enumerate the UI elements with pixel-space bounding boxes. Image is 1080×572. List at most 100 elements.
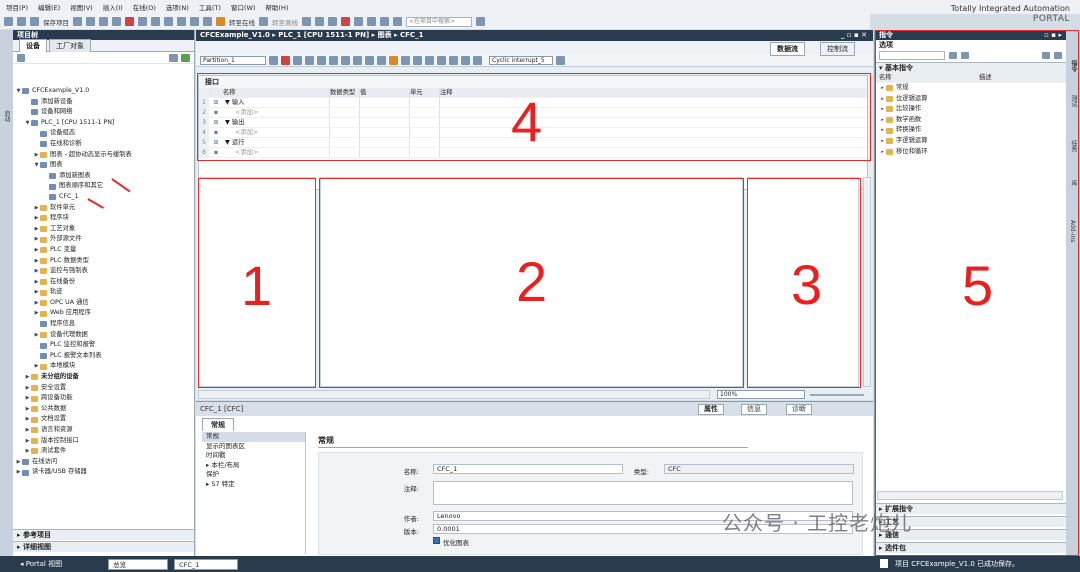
menu-item-2[interactable]: 视图(V)	[70, 2, 93, 12]
expand-arrow-icon[interactable]: ▶	[33, 361, 40, 372]
accessible-devices-icon[interactable]	[302, 17, 311, 26]
window-icon[interactable]	[380, 17, 389, 26]
paste-icon[interactable]	[112, 17, 121, 26]
expand-arrow-icon[interactable]: ▸	[879, 125, 886, 136]
expand-arrow-icon[interactable]: ▶	[33, 266, 40, 277]
tree-item[interactable]: ▶ 公共数据	[13, 404, 194, 415]
expand-arrow-icon[interactable]: ▸	[879, 147, 886, 158]
instruction-folder[interactable]: ▸ 常规	[875, 83, 1066, 94]
inspector-nav-item[interactable]: 显示的图表区	[202, 442, 305, 452]
tree-item[interactable]: PLC 监控和报警	[13, 340, 194, 351]
row-unit[interactable]	[410, 128, 440, 137]
instruction-folder[interactable]: ▸ 位逻辑运算	[875, 94, 1066, 105]
partition-add-icon[interactable]	[269, 55, 278, 65]
interconnect-icon[interactable]	[425, 55, 434, 65]
tree-item[interactable]: ▶ 版本控制接口	[13, 436, 194, 447]
redo-icon[interactable]	[151, 17, 160, 26]
tree-item[interactable]: ▶ 轨迹	[13, 287, 194, 298]
side-tab-testing[interactable]: 测试	[1069, 95, 1078, 107]
tree-item[interactable]: 程序信息	[13, 319, 194, 330]
inspector-nav-item[interactable]: ▸ S7 特定	[202, 480, 305, 490]
collapse-arrow-icon[interactable]: ▼	[33, 160, 40, 171]
row-name[interactable]: ▼ 输入	[223, 98, 330, 107]
overview-tab[interactable]: 总览	[108, 558, 169, 570]
expand-arrow-icon[interactable]: ▶	[24, 436, 31, 447]
tree-item[interactable]: ▶ 本地模块	[13, 361, 194, 372]
row-name[interactable]: ▼ 运行	[223, 138, 330, 147]
row-comment[interactable]	[440, 108, 867, 117]
expand-arrow-icon[interactable]: ▶	[33, 224, 40, 235]
expand-arrow-icon[interactable]: ▶	[33, 150, 40, 161]
side-tab-addins[interactable]: Add-ins	[1069, 220, 1076, 242]
menu-item-4[interactable]: 在线(O)	[133, 2, 156, 12]
tree-item[interactable]: ▶ 读卡器/USB 存储器	[13, 467, 194, 478]
expand-arrow-icon[interactable]: ▶	[33, 203, 40, 214]
tree-item[interactable]: CFC_1	[13, 192, 194, 203]
save-icon[interactable]	[30, 17, 39, 26]
overview-mode-icon[interactable]	[353, 55, 362, 65]
inspector-nav-item[interactable]: 时间戳	[202, 451, 305, 461]
compile-chart-icon[interactable]	[449, 55, 458, 65]
tree-item[interactable]: ▶ 监控与强制表	[13, 266, 194, 277]
row-datatype[interactable]	[330, 108, 360, 117]
open-editor-tab-cfc1[interactable]: CFC_1	[174, 558, 239, 570]
instruction-folder[interactable]: ▸ 数学函数	[875, 115, 1066, 126]
start-side-tab[interactable]: 启动	[2, 110, 11, 122]
collapse-arrow-icon[interactable]: ▼	[24, 118, 31, 129]
row-comment[interactable]	[440, 98, 867, 107]
tab-info[interactable]: 信息	[741, 404, 767, 415]
row-unit[interactable]	[410, 108, 440, 117]
new-project-icon[interactable]	[4, 17, 13, 26]
row-unit[interactable]	[410, 148, 440, 157]
tree-item[interactable]: ▼ 图表	[13, 160, 194, 171]
row-unit[interactable]	[410, 138, 440, 147]
simulation-icon[interactable]	[203, 17, 212, 26]
expand-arrow-icon[interactable]: ▶	[24, 383, 31, 394]
collapse-arrow-icon[interactable]: ▼	[15, 86, 22, 97]
menu-item-0[interactable]: 项目(P)	[6, 2, 28, 12]
tab-data-flow[interactable]: 数据流	[770, 42, 805, 56]
compile-icon[interactable]	[164, 17, 173, 26]
expand-arrow-icon[interactable]: ▶	[33, 277, 40, 288]
tree-view-icon[interactable]	[17, 54, 25, 62]
tab-properties[interactable]: 属性	[698, 404, 724, 415]
task-settings-icon[interactable]	[556, 55, 565, 65]
tree-item[interactable]: ▶ 设备代理数据	[13, 330, 194, 341]
row-name[interactable]: <添加>	[223, 128, 330, 137]
expand-arrow-icon[interactable]: ▸	[879, 136, 886, 147]
expand-arrow-icon[interactable]: ▶	[24, 414, 31, 425]
tree-item[interactable]: ▶ 安全设置	[13, 383, 194, 394]
detail-view-section[interactable]: ▸ 详细视图	[13, 541, 194, 552]
expand-arrow-icon[interactable]: ▶	[33, 213, 40, 224]
test-icon[interactable]	[437, 55, 446, 65]
row-name[interactable]: ▼ 输出	[223, 118, 330, 127]
name-field[interactable]: CFC_1	[433, 464, 623, 474]
side-tab-libraries[interactable]: 库	[1069, 180, 1078, 186]
stop-cpu-icon[interactable]	[328, 17, 337, 26]
tree-item[interactable]: ▶ Web 应用程序	[13, 308, 194, 319]
tab-devices[interactable]: 设备	[19, 39, 47, 52]
column-icon[interactable]	[329, 55, 338, 65]
tree-item[interactable]: ▼ CFCExample_V1.0	[13, 86, 194, 97]
menu-item-8[interactable]: 帮助(H)	[265, 2, 288, 12]
expand-arrow-icon[interactable]: ▶	[33, 245, 40, 256]
row-name[interactable]: <添加>	[223, 108, 330, 117]
tree-item[interactable]: ▶ OPC UA 通信	[13, 298, 194, 309]
expand-arrow-icon[interactable]: ▶	[33, 298, 40, 309]
zoom-slider[interactable]	[810, 394, 864, 396]
search-icon[interactable]	[949, 52, 957, 59]
instruction-folder[interactable]: ▸ 移位和循环	[875, 147, 1066, 158]
row-unit[interactable]	[410, 98, 440, 107]
cyclic-interrupt-select[interactable]: Cyclic interrupt_5	[489, 55, 553, 65]
view-detail-icon[interactable]	[1054, 52, 1062, 59]
inspector-nav-item[interactable]: 保护	[202, 470, 305, 480]
tree-item[interactable]: 设备和网络	[13, 107, 194, 118]
row-comment[interactable]	[440, 128, 867, 137]
row-datatype[interactable]	[330, 138, 360, 147]
window-controls-icon[interactable]: _ ▫ ▪ ✕	[841, 30, 867, 41]
search-next-icon[interactable]	[961, 52, 969, 59]
editor-vertical-scrollbar[interactable]	[863, 177, 871, 387]
row-datatype[interactable]	[330, 128, 360, 137]
tab-plant-objects[interactable]: 工厂对象	[49, 39, 91, 52]
row-value[interactable]	[360, 138, 410, 147]
